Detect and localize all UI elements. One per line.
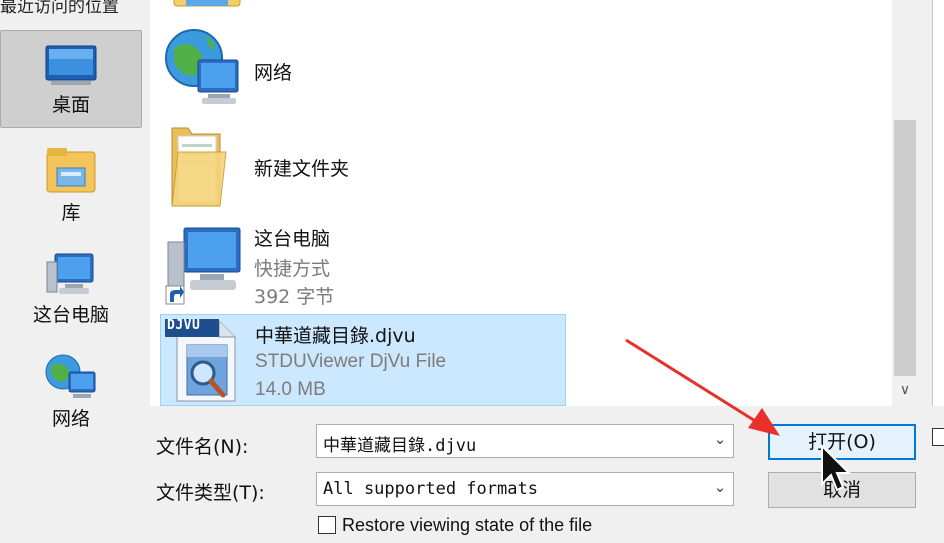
library-icon xyxy=(43,146,99,196)
filename-value: 中華道藏目錄.djvu xyxy=(323,436,477,456)
edge-checkbox[interactable] xyxy=(932,428,944,446)
filetype-label: 文件类型(T): xyxy=(156,482,265,504)
nav-item-desktop[interactable]: 桌面 xyxy=(0,44,142,117)
desktop-icon xyxy=(43,44,99,88)
scroll-down-arrow-icon[interactable]: ∨ xyxy=(896,382,914,402)
nav-item-label: 库 xyxy=(61,202,81,224)
file-type: STDUViewer DjVu File xyxy=(255,351,447,372)
folder-icon xyxy=(168,122,228,210)
filetype-select[interactable]: All supported formats xyxy=(316,472,734,506)
list-item[interactable]: 这台电脑 快捷方式 392 字节 xyxy=(160,218,566,310)
nav-item-label: 最近访问的位置 xyxy=(0,0,119,17)
computer-shortcut-icon xyxy=(162,224,248,306)
file-name: 这台电脑 xyxy=(254,228,331,250)
mouse-cursor-icon xyxy=(820,444,854,500)
nav-item-network[interactable]: 网络 xyxy=(0,352,142,431)
annotation-arrow xyxy=(620,336,790,446)
nav-item-label: 桌面 xyxy=(51,94,90,116)
list-item[interactable]: 网络 xyxy=(160,24,566,110)
network-icon xyxy=(43,352,99,402)
filetype-value: All supported formats xyxy=(323,479,538,499)
nav-item-label: 这台电脑 xyxy=(32,304,109,326)
preview-pane-edge xyxy=(932,0,944,406)
restore-state-checkbox[interactable] xyxy=(318,516,336,534)
nav-item-label: 网络 xyxy=(51,408,90,430)
navigation-pane: 最近访问的位置 桌面 库 这台电脑 网络 xyxy=(0,0,148,543)
djvu-badge: DJVU xyxy=(167,318,201,333)
chevron-down-icon[interactable]: ⌄ xyxy=(708,478,732,496)
nav-item-this-pc[interactable]: 这台电脑 xyxy=(0,252,142,327)
nav-item-recent-places[interactable]: 最近访问的位置 xyxy=(0,0,148,17)
file-name: 中華道藏目錄.djvu xyxy=(255,325,416,347)
file-size: 392 字节 xyxy=(254,286,335,308)
computer-icon xyxy=(43,252,99,298)
list-item[interactable]: 新建文件夹 xyxy=(160,120,566,210)
list-item-selected[interactable]: DJVU 中華道藏目錄.djvu STDUViewer DjVu File 14… xyxy=(160,314,566,406)
nav-item-library[interactable]: 库 xyxy=(0,146,142,225)
file-type: 快捷方式 xyxy=(254,258,331,280)
scrollbar-thumb[interactable] xyxy=(894,120,916,376)
restore-state-label: Restore viewing state of the file xyxy=(342,515,593,535)
network-icon xyxy=(162,26,242,108)
folder-icon xyxy=(166,0,246,14)
filename-label: 文件名(N): xyxy=(156,436,249,458)
file-name: 网络 xyxy=(254,62,293,84)
file-size: 14.0 MB xyxy=(255,379,326,400)
file-name: 新建文件夹 xyxy=(254,158,350,180)
